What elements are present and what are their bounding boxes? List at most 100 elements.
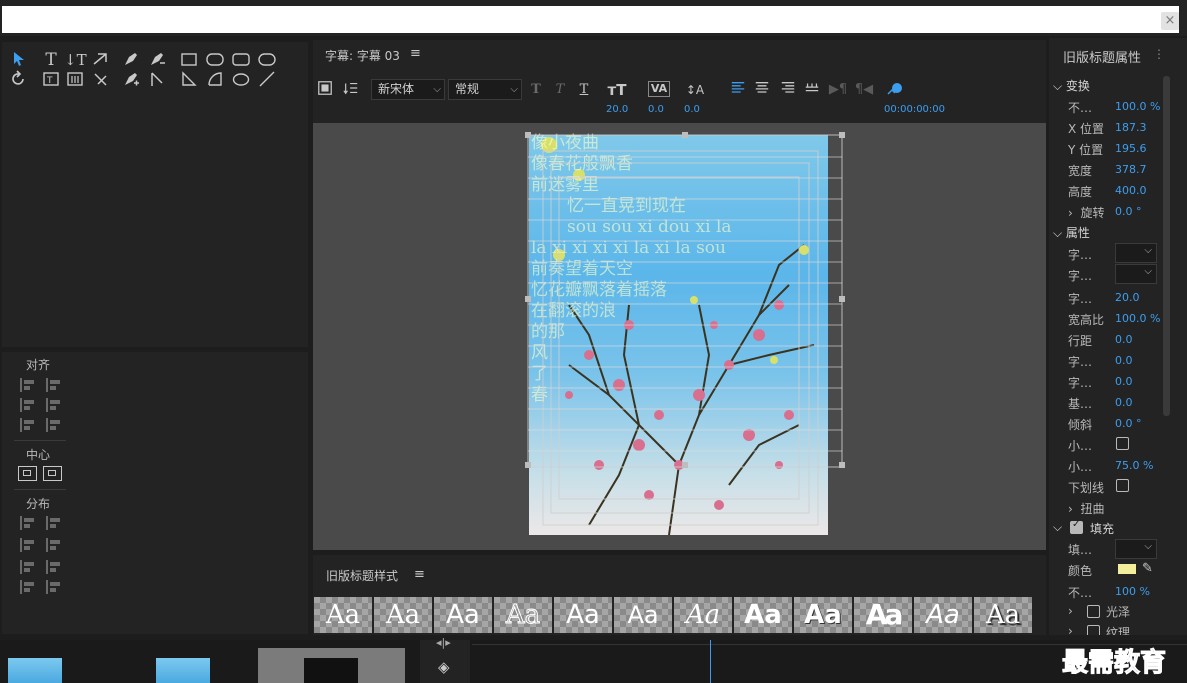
eyedropper-icon[interactable]: ✎ bbox=[1142, 561, 1153, 576]
distribute-left-icon[interactable] bbox=[20, 516, 36, 530]
timecode[interactable]: 00:00:00:00 bbox=[884, 104, 945, 115]
font-style-dropdown[interactable]: ⌵ bbox=[1115, 264, 1157, 284]
style-swatch[interactable]: Aa bbox=[974, 597, 1032, 633]
align-center-v-icon[interactable] bbox=[46, 398, 62, 412]
baseline-value[interactable]: 0.0 bbox=[684, 104, 700, 115]
distribute-bottom-icon[interactable] bbox=[46, 560, 62, 574]
properties-scrollbar[interactable] bbox=[1163, 76, 1170, 416]
fill-color-swatch[interactable] bbox=[1118, 564, 1136, 574]
style-swatch[interactable]: Aa bbox=[734, 597, 792, 633]
sheen-checkbox[interactable] bbox=[1087, 605, 1100, 618]
aspect-value[interactable]: 100.0 % bbox=[1115, 312, 1160, 325]
properties-menu-icon[interactable]: ⋮ bbox=[1153, 47, 1165, 61]
align-center-h-icon[interactable] bbox=[20, 398, 36, 412]
vertical-path-type-tool-icon[interactable] bbox=[90, 70, 112, 90]
font-family-dropdown[interactable]: ⌵ bbox=[1115, 243, 1157, 263]
underline-icon[interactable]: T bbox=[576, 80, 592, 100]
type-tool-icon[interactable]: T bbox=[40, 50, 62, 70]
roll-crawl-icon[interactable] bbox=[316, 80, 334, 100]
rotation-row[interactable]: › 旋转 bbox=[1068, 204, 1104, 221]
style-swatch[interactable]: Aa bbox=[854, 597, 912, 633]
line-tool-icon[interactable] bbox=[256, 70, 278, 90]
vertical-area-type-tool-icon[interactable] bbox=[64, 70, 86, 90]
style-swatch[interactable]: Aa bbox=[314, 597, 372, 633]
sheen-row[interactable]: › bbox=[1068, 604, 1080, 618]
styles-menu-icon[interactable]: ≡ bbox=[414, 567, 425, 582]
texture-row[interactable]: › 纹理 bbox=[1068, 624, 1168, 635]
width-value[interactable]: 378.7 bbox=[1115, 163, 1147, 176]
kerning-prop-value[interactable]: 0.0 bbox=[1115, 354, 1133, 367]
show-background-video-icon[interactable] bbox=[884, 80, 906, 100]
font-size-prop-value[interactable]: 20.0 bbox=[1115, 291, 1140, 304]
style-swatch[interactable]: Aa bbox=[914, 597, 972, 633]
style-swatch[interactable]: Aa bbox=[374, 597, 432, 633]
center-horizontal-icon[interactable] bbox=[18, 466, 37, 481]
tracking-value[interactable]: 0.0 bbox=[1115, 375, 1133, 388]
align-left-icon[interactable] bbox=[20, 378, 36, 392]
y-position-value[interactable]: 195.6 bbox=[1115, 142, 1147, 155]
distribute-top-icon[interactable] bbox=[20, 560, 36, 574]
opacity-value[interactable]: 100.0 % bbox=[1115, 100, 1160, 113]
attributes-section[interactable]: ⌵ 属性 bbox=[1053, 224, 1090, 241]
pen-tool-icon[interactable] bbox=[120, 50, 142, 70]
slant-value[interactable]: 0.0 ° bbox=[1115, 417, 1142, 430]
align-bottom-icon[interactable] bbox=[46, 418, 62, 432]
area-type-tool-icon[interactable]: T bbox=[40, 70, 62, 90]
delete-anchor-tool-icon[interactable] bbox=[146, 50, 168, 70]
align-right-text-icon[interactable] bbox=[778, 80, 798, 100]
distribute-center-v-icon[interactable] bbox=[46, 538, 62, 552]
ripple-edit-icon[interactable]: ◂|▸ bbox=[436, 636, 451, 649]
rtl-icon[interactable]: ¶◀ bbox=[854, 80, 874, 100]
x-position-value[interactable]: 187.3 bbox=[1115, 121, 1147, 134]
style-swatch[interactable]: Aa bbox=[494, 597, 552, 633]
tab-stops-icon[interactable] bbox=[340, 80, 362, 100]
distort-row[interactable]: › 扭曲 bbox=[1068, 500, 1104, 517]
title-canvas[interactable]: 像小夜曲 像春花般飘香 前迷雾里 忆一直晃到现在 sou sou xi dou … bbox=[313, 123, 1046, 550]
clip-selected[interactable] bbox=[258, 648, 405, 683]
text-bounding-box[interactable] bbox=[313, 123, 1046, 550]
baseline-prop-value[interactable]: 0.0 bbox=[1115, 396, 1133, 409]
font-size-icon[interactable]: тT bbox=[606, 80, 628, 100]
rotation-value[interactable]: 0.0 ° bbox=[1115, 205, 1142, 218]
fill-checkbox[interactable]: ✓ bbox=[1070, 519, 1083, 534]
style-swatch[interactable]: Aa bbox=[674, 597, 732, 633]
align-top-icon[interactable] bbox=[20, 418, 36, 432]
vertical-type-tool-icon[interactable]: ↓T bbox=[64, 50, 87, 70]
transform-section[interactable]: ⌵ 变换 bbox=[1053, 77, 1090, 94]
style-swatch[interactable]: Aa bbox=[614, 597, 672, 633]
ltr-icon[interactable]: ▶¶ bbox=[828, 80, 848, 100]
bold-icon[interactable]: T bbox=[528, 80, 544, 100]
rounded-corner-tool-icon[interactable] bbox=[256, 50, 278, 70]
convert-anchor-tool-icon[interactable] bbox=[146, 70, 168, 90]
font-family-select[interactable]: 新宋体 ⌵ bbox=[371, 79, 445, 100]
font-style-select[interactable]: 常规 ⌵ bbox=[448, 79, 522, 100]
distribute-even-h-icon[interactable] bbox=[20, 580, 36, 594]
arc-tool-icon[interactable] bbox=[204, 70, 226, 90]
font-size-value[interactable]: 20.0 bbox=[606, 104, 628, 115]
style-swatch[interactable]: Aa bbox=[554, 597, 612, 633]
baseline-icon[interactable]: ↕A bbox=[684, 80, 706, 100]
rectangle-tool-icon[interactable] bbox=[178, 50, 200, 70]
height-value[interactable]: 400.0 bbox=[1115, 184, 1147, 197]
title-tab[interactable]: 字幕: 字幕 03 bbox=[325, 47, 400, 64]
style-swatch[interactable]: Aa bbox=[794, 597, 852, 633]
selection-tool-icon[interactable] bbox=[8, 50, 30, 70]
title-input-strip[interactable] bbox=[2, 6, 1179, 33]
fill-section[interactable]: ⌵ bbox=[1053, 520, 1062, 535]
rounded-rectangle-tool-icon[interactable] bbox=[230, 50, 252, 70]
italic-icon[interactable]: T bbox=[552, 80, 568, 100]
style-swatch[interactable]: Aa bbox=[434, 597, 492, 633]
distribute-even-v-icon[interactable] bbox=[46, 580, 62, 594]
align-center-text-icon[interactable] bbox=[752, 80, 772, 100]
tab-ruler-icon[interactable] bbox=[802, 80, 822, 100]
razor-icon[interactable]: ◈ bbox=[438, 658, 450, 676]
small-caps-size-value[interactable]: 75.0 % bbox=[1115, 459, 1153, 472]
leading-value[interactable]: 0.0 bbox=[1115, 333, 1133, 346]
align-left-text-icon[interactable] bbox=[728, 80, 748, 100]
underline-checkbox[interactable] bbox=[1116, 479, 1129, 492]
clipped-rectangle-tool-icon[interactable] bbox=[204, 50, 226, 70]
close-icon[interactable]: × bbox=[1161, 12, 1179, 30]
align-right-icon[interactable] bbox=[46, 378, 62, 392]
path-type-tool-icon[interactable] bbox=[90, 50, 112, 70]
fill-type-dropdown[interactable]: ⌵ bbox=[1115, 539, 1157, 559]
